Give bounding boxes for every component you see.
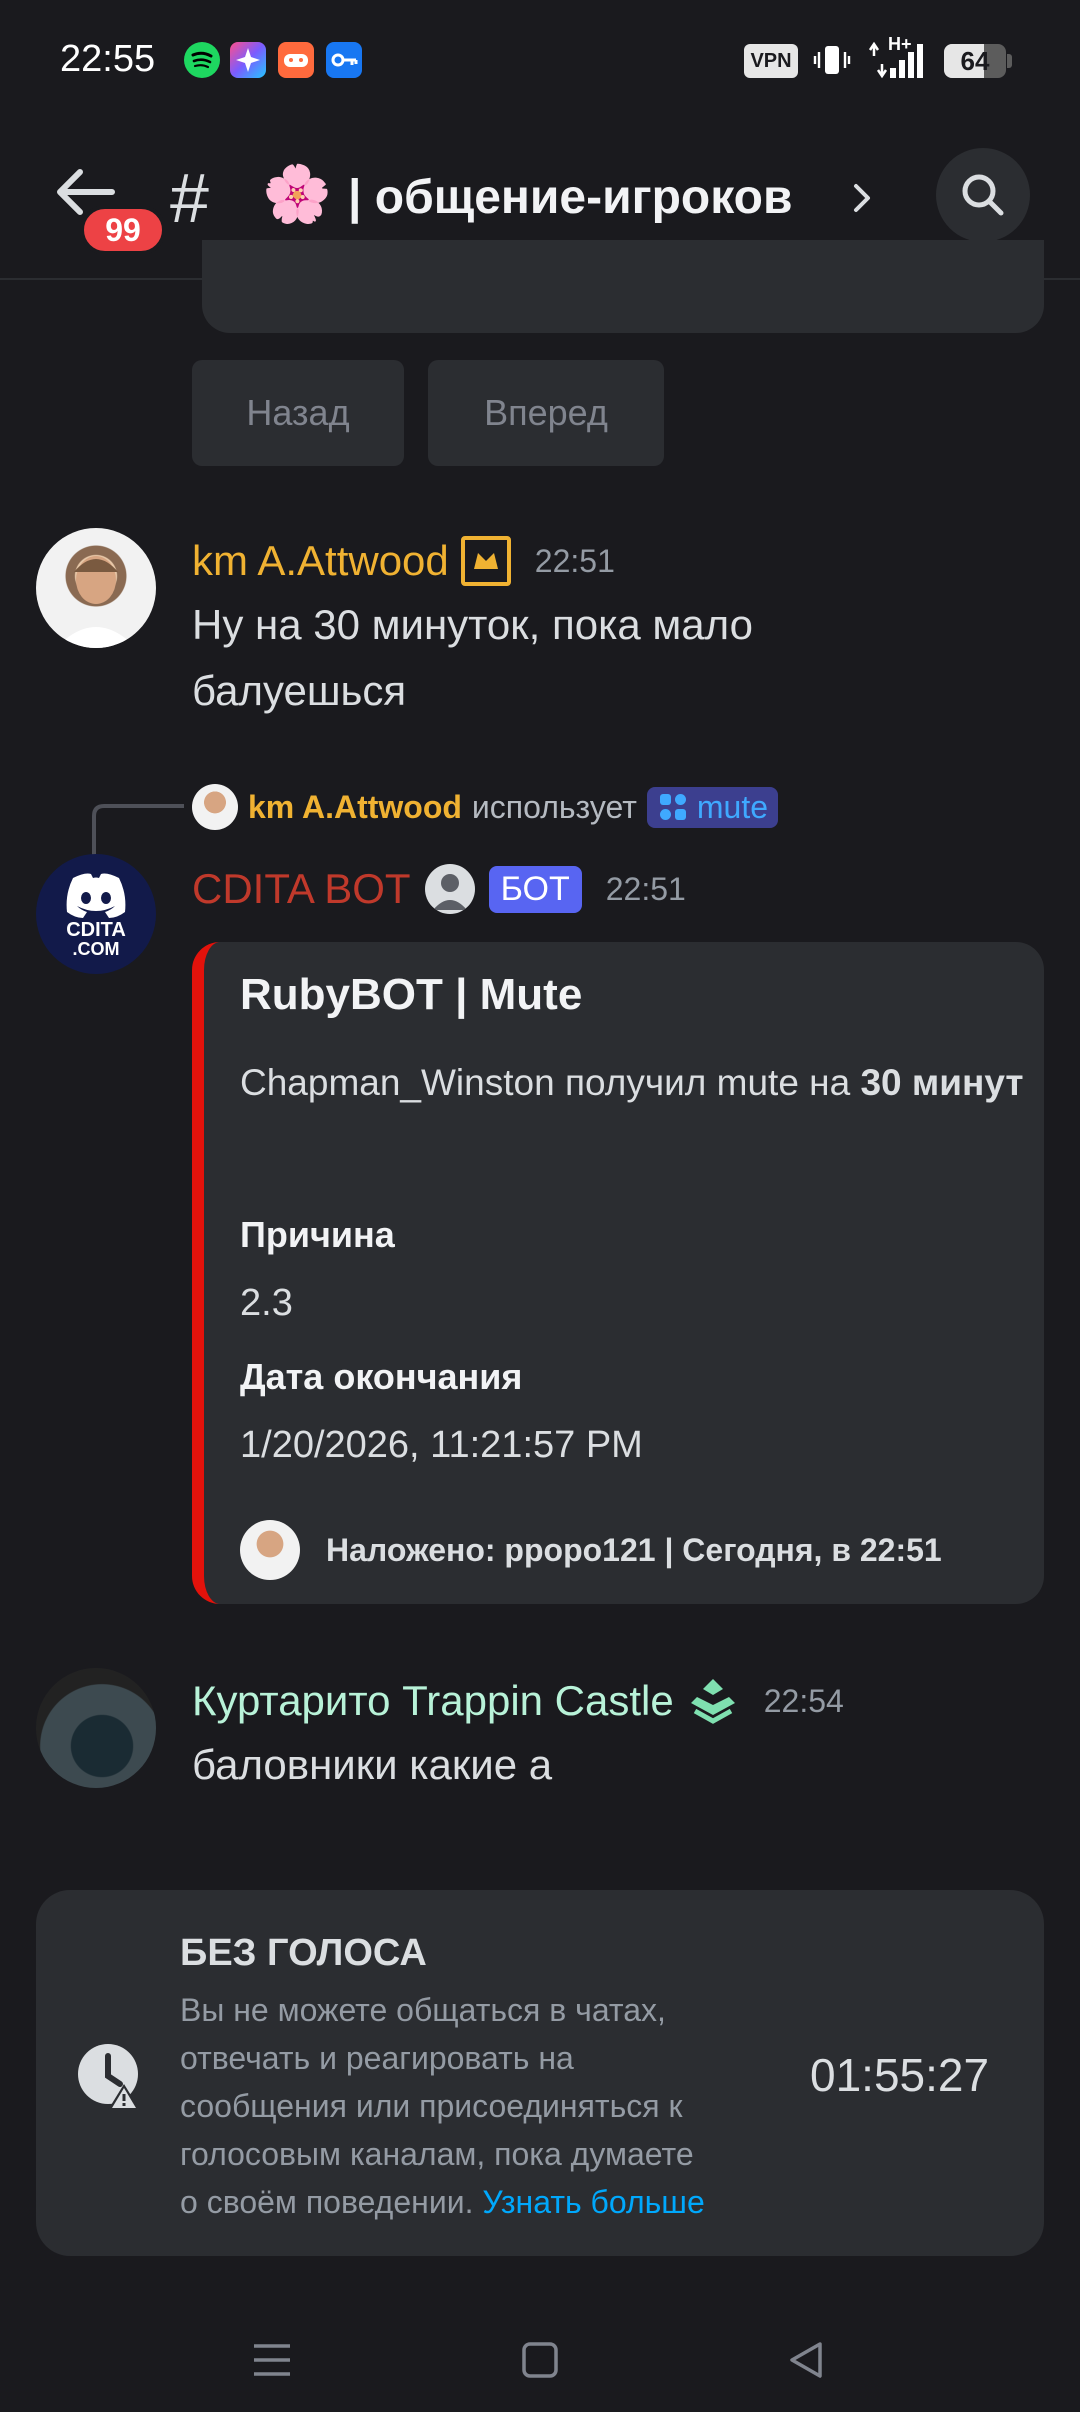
vpn-indicator: VPN — [744, 44, 798, 78]
message-header: Куртарито Trappin Castle 22:54 — [192, 1668, 844, 1734]
system-navigation-bar — [0, 2300, 1080, 2412]
channel-title[interactable]: | общение-игроков — [348, 170, 792, 225]
back-nav-icon[interactable] — [784, 2338, 828, 2387]
timeout-line: сообщения или присоединяться к — [180, 2088, 683, 2124]
embed-title: RubyBOT | Mute — [240, 970, 583, 1019]
gamepad-app-icon — [278, 42, 314, 78]
next-button[interactable]: Вперед — [428, 360, 664, 466]
timeout-line: отвечать и реагировать на — [180, 2040, 574, 2076]
message-text: баловники какие а — [192, 1741, 553, 1788]
unread-badge: 99 — [80, 205, 166, 255]
previous-embed — [202, 240, 1044, 333]
search-button[interactable] — [936, 148, 1030, 242]
hash-icon: # — [170, 159, 209, 237]
command-reply[interactable]: km A.Attwood использует mute — [192, 784, 779, 830]
field-name: Причина — [240, 1214, 395, 1255]
embed-desc-bold: 30 — [860, 1062, 902, 1103]
search-icon — [962, 174, 1004, 216]
user-icon — [424, 864, 475, 914]
message-time: 22:51 — [534, 542, 615, 579]
timeout-description: Вы не можете общаться в чатах, отвечать … — [180, 1986, 780, 2226]
spotify-icon — [184, 42, 220, 78]
vibrate-icon — [812, 40, 852, 80]
discord-logo-icon — [66, 873, 126, 918]
message-text: Ну на 30 минуток, пока мало балуешься — [192, 592, 753, 724]
avatar-text: CDITA — [66, 919, 126, 941]
message-time: 22:51 — [605, 870, 686, 907]
crown-role-icon — [460, 536, 511, 586]
reply-uses: использует — [471, 788, 637, 825]
avatar[interactable] — [36, 1668, 156, 1788]
back-button[interactable]: Назад — [192, 360, 404, 466]
command-chip[interactable]: mute — [646, 786, 779, 828]
learn-more-link[interactable]: Узнать больше — [482, 2184, 704, 2220]
author-name[interactable]: CDITA BOT — [192, 865, 411, 913]
field-value: 2.3 — [240, 1282, 293, 1324]
reply-connector — [92, 804, 184, 856]
field-value: 1/20/2026, 11:21:57 PM — [240, 1424, 643, 1466]
message-header: CDITA BOT БОТ 22:51 — [192, 856, 686, 922]
footer-avatar — [240, 1520, 300, 1580]
vpn-key-app-icon — [326, 42, 362, 78]
timeout-countdown: 01:55:27 — [810, 2049, 990, 2101]
timeout-line: голосовым каналам, пока думаете — [180, 2136, 694, 2172]
message-header: km A.Attwood 22:51 — [192, 528, 615, 594]
avatar[interactable] — [36, 528, 156, 648]
embed-footer: Наложено: ppopo121 | Сегодня, в 22:51 — [326, 1532, 942, 1568]
embed-description: Chapman_Winston получил mute на 30 минут — [240, 1054, 1030, 1112]
recents-icon[interactable] — [250, 2340, 294, 2385]
app-command-icon — [659, 794, 686, 820]
timeout-clock-icon — [74, 2040, 146, 2117]
field-name: Дата окончания — [240, 1356, 523, 1397]
timeout-line: о своём поведении. — [180, 2184, 474, 2220]
message-line: Ну на 30 минуток, пока мало — [192, 601, 753, 648]
reply-avatar — [192, 784, 238, 830]
network-type-label: H+ — [888, 34, 912, 54]
embed-card: RubyBOT | Mute Chapman_Winston получил m… — [192, 942, 1044, 1604]
timeout-title: БЕЗ ГОЛОСА — [180, 1932, 427, 1974]
timeout-notice: БЕЗ ГОЛОСА Вы не можете общаться в чатах… — [36, 1890, 1044, 2256]
battery-percent: 64 — [960, 45, 990, 76]
channel-emoji: 🌸 — [262, 162, 332, 225]
signal-icon: H+ — [866, 34, 930, 80]
battery-icon: 64 — [944, 44, 1014, 78]
embed-desc-bold: минут — [911, 1062, 1024, 1103]
vpn-label: VPN — [750, 49, 792, 72]
role-icon — [686, 1674, 740, 1728]
embed-desc-text: Chapman_Winston получил mute на — [240, 1062, 851, 1103]
message-line: балуешься — [192, 667, 407, 714]
timeout-line: Вы не можете общаться в чатах, — [180, 1992, 666, 2028]
status-bar: 22:55 VPN H+ 64 — [0, 0, 1080, 120]
command-name: mute — [696, 788, 769, 825]
app-star-icon — [230, 42, 266, 78]
home-icon[interactable] — [520, 2340, 560, 2385]
bot-avatar[interactable]: CDITA .COM — [36, 854, 156, 974]
message-time: 22:54 — [763, 1682, 844, 1719]
status-time: 22:55 — [60, 38, 156, 80]
bot-tag: БОТ — [488, 865, 582, 913]
author-name[interactable]: Куртарито Trappin Castle — [192, 1677, 674, 1725]
chevron-right-icon[interactable] — [850, 178, 874, 218]
author-name[interactable]: km A.Attwood — [192, 537, 449, 585]
reply-author: km A.Attwood — [248, 788, 462, 825]
avatar-text: .COM — [72, 939, 120, 959]
